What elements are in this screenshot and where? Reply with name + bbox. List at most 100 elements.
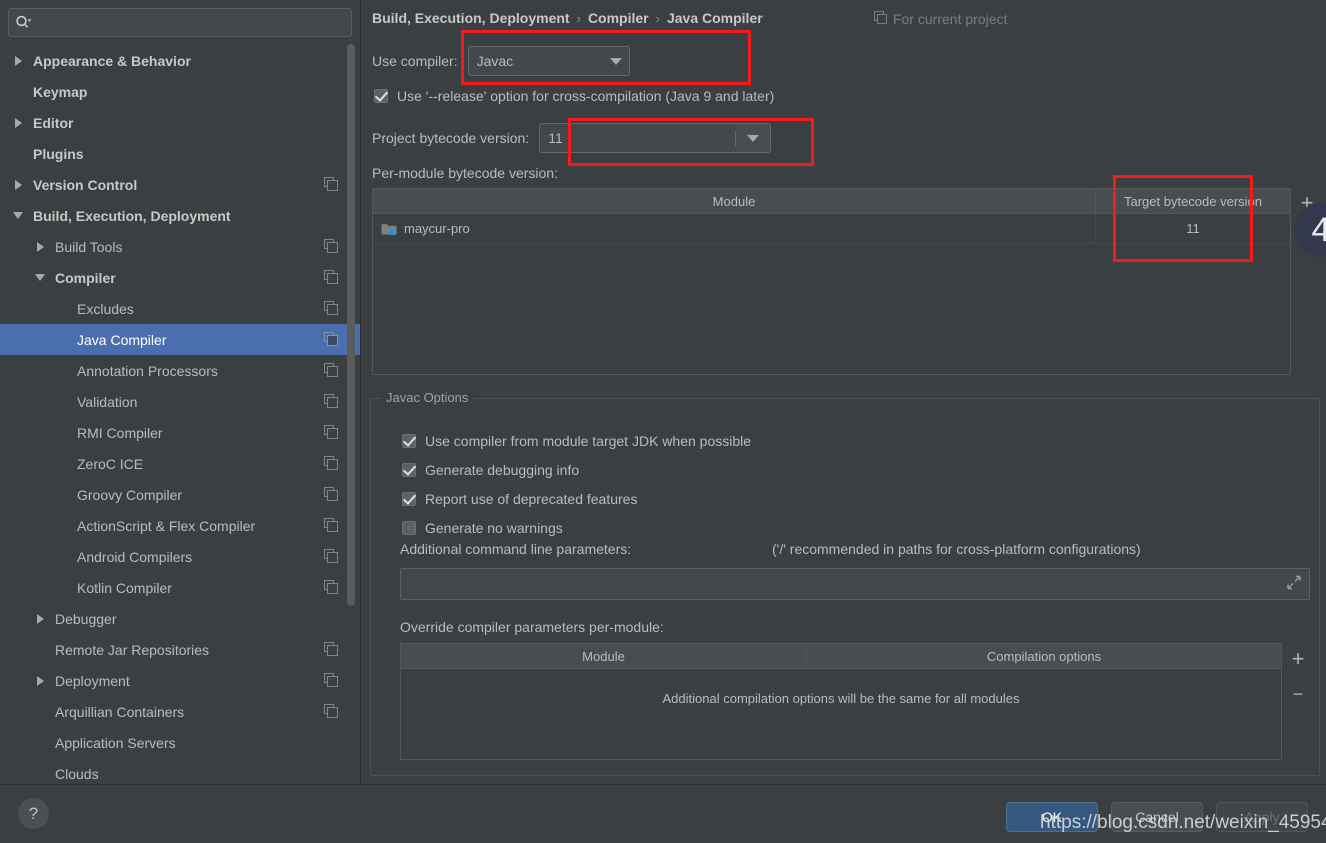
- sidebar-item-debugger[interactable]: Debugger: [0, 603, 360, 634]
- breadcrumb-item-1[interactable]: Compiler: [588, 10, 649, 26]
- sidebar-item-deployment[interactable]: Deployment: [0, 665, 360, 696]
- chevron-right-icon[interactable]: [10, 45, 26, 76]
- sidebar-item-build-execution-deployment[interactable]: Build, Execution, Deployment: [0, 200, 360, 231]
- javac-option-checkbox[interactable]: [402, 433, 416, 448]
- remove-override-button[interactable]: −: [1287, 683, 1309, 705]
- sidebar-item-clouds[interactable]: Clouds: [0, 758, 360, 784]
- javac-options-checkbox-list: Use compiler from module target JDK when…: [402, 426, 751, 542]
- chevron-down-icon[interactable]: [32, 262, 48, 293]
- sidebar-item-plugins[interactable]: Plugins: [0, 138, 360, 169]
- copy-icon: [324, 704, 338, 721]
- copy-icon: [874, 11, 887, 27]
- breadcrumb-item-2: Java Compiler: [666, 10, 763, 26]
- chevron-down-icon[interactable]: [10, 200, 26, 231]
- additional-params-hint: ('/' recommended in paths for cross-plat…: [772, 541, 1141, 557]
- search-input[interactable]: [32, 14, 345, 31]
- sidebar-item-label: Version Control: [33, 176, 138, 193]
- sidebar-item-excludes[interactable]: Excludes: [0, 293, 360, 324]
- sidebar-item-label: Compiler: [55, 269, 116, 286]
- sidebar-item-version-control[interactable]: Version Control: [0, 169, 360, 200]
- sidebar-item-appearance-behavior[interactable]: Appearance & Behavior: [0, 45, 360, 76]
- step-badge-number: 4: [1311, 210, 1326, 249]
- sidebar-item-label: RMI Compiler: [77, 424, 163, 441]
- sidebar-item-validation[interactable]: Validation: [0, 386, 360, 417]
- expand-icon[interactable]: [1287, 575, 1301, 593]
- column-header-target-bytecode[interactable]: Target bytecode version: [1096, 189, 1290, 213]
- sidebar-item-groovy-compiler[interactable]: Groovy Compiler: [0, 479, 360, 510]
- copy-icon: [324, 673, 338, 690]
- module-cell[interactable]: maycur-pro: [373, 214, 1096, 243]
- javac-option-row-0[interactable]: Use compiler from module target JDK when…: [402, 426, 751, 455]
- project-bytecode-dropdown[interactable]: 11: [539, 123, 772, 153]
- release-option-checkbox[interactable]: [374, 89, 388, 103]
- table-row[interactable]: maycur-pro 11: [373, 214, 1290, 244]
- add-override-button[interactable]: +: [1287, 648, 1309, 670]
- release-option-checkbox-row[interactable]: Use '--release' option for cross-compila…: [374, 88, 774, 104]
- javac-option-label: Report use of deprecated features: [425, 490, 638, 507]
- javac-options-title: Javac Options: [381, 390, 474, 405]
- sidebar-item-application-servers[interactable]: Application Servers: [0, 727, 360, 758]
- sidebar-item-label: Clouds: [55, 765, 99, 782]
- sidebar-item-build-tools[interactable]: Build Tools: [0, 231, 360, 262]
- use-compiler-value: Javac: [476, 53, 514, 69]
- sidebar-item-actionscript-flex-compiler[interactable]: ActionScript & Flex Compiler: [0, 510, 360, 541]
- copy-icon: [324, 456, 338, 473]
- override-params-table: Module Compilation options Additional co…: [400, 643, 1282, 760]
- sidebar-item-label: Appearance & Behavior: [33, 52, 191, 69]
- chevron-right-icon[interactable]: [32, 603, 48, 634]
- column-header-compilation-options[interactable]: Compilation options: [807, 644, 1281, 668]
- sidebar-item-label: Annotation Processors: [77, 362, 218, 379]
- chevron-right-icon[interactable]: [32, 665, 48, 696]
- sidebar-item-label: Validation: [77, 393, 138, 410]
- copy-icon: [324, 425, 338, 442]
- use-compiler-dropdown[interactable]: Javac: [467, 46, 630, 76]
- javac-option-row-2[interactable]: Report use of deprecated features: [402, 484, 751, 513]
- target-bytecode-cell[interactable]: 11: [1096, 214, 1290, 243]
- search-box[interactable]: [8, 8, 352, 37]
- sidebar-item-zeroc-ice[interactable]: ZeroC ICE: [0, 448, 360, 479]
- sidebar-item-remote-jar-repositories[interactable]: Remote Jar Repositories: [0, 634, 360, 665]
- copy-icon: [324, 487, 338, 504]
- sidebar-item-rmi-compiler[interactable]: RMI Compiler: [0, 417, 360, 448]
- settings-main-panel: Build, Execution, Deployment › Compiler …: [362, 0, 1326, 784]
- chevron-right-icon[interactable]: [32, 231, 48, 262]
- javac-option-row-3[interactable]: Generate no warnings: [402, 513, 751, 542]
- override-table-empty-message: Additional compilation options will be t…: [662, 691, 1020, 706]
- chevron-down-icon[interactable]: [603, 47, 629, 75]
- sidebar-item-arquillian-containers[interactable]: Arquillian Containers: [0, 696, 360, 727]
- javac-option-checkbox[interactable]: [402, 462, 416, 477]
- use-compiler-row: Use compiler: Javac: [372, 46, 630, 76]
- javac-option-checkbox[interactable]: [402, 491, 416, 506]
- sidebar-scrollbar-thumb[interactable]: [347, 44, 355, 606]
- sidebar-item-kotlin-compiler[interactable]: Kotlin Compiler: [0, 572, 360, 603]
- module-bytecode-table: Module Target bytecode version maycur-pr…: [372, 188, 1291, 375]
- javac-option-checkbox[interactable]: [402, 520, 416, 535]
- sidebar-item-android-compilers[interactable]: Android Compilers: [0, 541, 360, 572]
- override-params-label: Override compiler parameters per-module:: [400, 619, 664, 635]
- javac-option-row-1[interactable]: Generate debugging info: [402, 455, 751, 484]
- chevron-down-icon[interactable]: [736, 124, 771, 152]
- help-button[interactable]: ?: [18, 798, 49, 829]
- additional-params-input[interactable]: [400, 568, 1310, 600]
- chevron-right-icon[interactable]: [10, 169, 26, 200]
- sidebar-item-compiler[interactable]: Compiler: [0, 262, 360, 293]
- breadcrumb-item-0[interactable]: Build, Execution, Deployment: [372, 10, 570, 26]
- sidebar-item-keymap[interactable]: Keymap: [0, 76, 360, 107]
- sidebar-item-label: Application Servers: [55, 734, 176, 751]
- column-header-module[interactable]: Module: [373, 189, 1096, 213]
- sidebar-item-java-compiler[interactable]: Java Compiler: [0, 324, 360, 355]
- sidebar-item-editor[interactable]: Editor: [0, 107, 360, 138]
- search-wrap: [0, 0, 360, 43]
- column-header-module[interactable]: Module: [401, 644, 807, 668]
- sidebar-item-annotation-processors[interactable]: Annotation Processors: [0, 355, 360, 386]
- sidebar-item-label: Remote Jar Repositories: [55, 641, 210, 658]
- scope-indicator[interactable]: For current project: [874, 11, 1007, 27]
- chevron-right-icon[interactable]: [10, 107, 26, 138]
